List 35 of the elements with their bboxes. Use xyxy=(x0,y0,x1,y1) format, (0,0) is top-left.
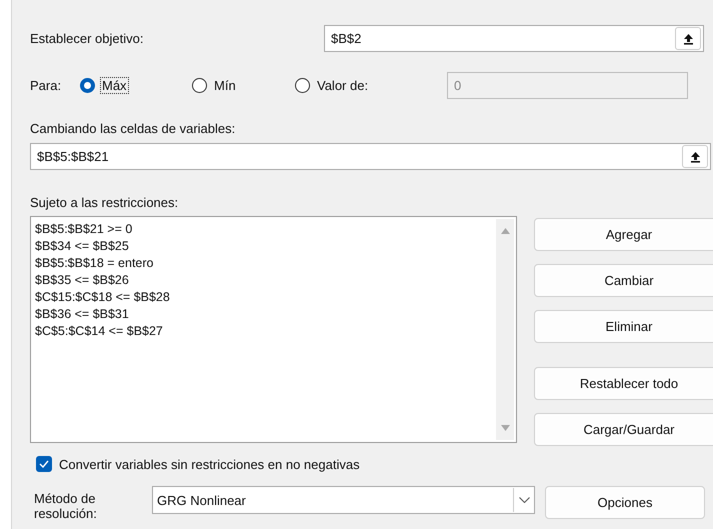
collapse-button[interactable] xyxy=(675,27,701,50)
nonnegative-checkbox[interactable]: Convertir variables sin restricciones en no negativas xyxy=(36,456,713,472)
method-dropdown[interactable]: GRG Nonlinear xyxy=(152,486,535,514)
constraint-item[interactable]: $C$15:$C$18 <= $B$28 xyxy=(35,289,170,306)
goal-radio[interactable]: Valor de: xyxy=(295,77,447,94)
variables-field[interactable]: $B$5:$B$21 xyxy=(30,143,711,170)
upload-arrow-icon xyxy=(682,32,694,44)
scrollbar[interactable] xyxy=(496,219,514,440)
method-label: Método de resolución: xyxy=(34,491,98,521)
constraints-list[interactable]: $B$5:$B$21 >= 0 $B$34 <= $B$25 $B$5:$B$18 = entero $B$35 <= $B$26 $C$15:$C$18 <= $B$28 $B$36 <= $B$31 $C$5:$C$14 <= $B$27 xyxy=(30,216,517,443)
goal-radio[interactable]: Mín xyxy=(192,77,295,94)
constraint-item[interactable]: $B$34 <= $B$25 xyxy=(35,238,170,255)
scroll-down-icon[interactable] xyxy=(500,425,510,431)
objective-field[interactable]: $B$2 xyxy=(324,25,704,52)
constraint-item[interactable]: $B$5:$B$18 = entero xyxy=(35,255,170,272)
goal-radio[interactable]: Máx xyxy=(80,77,192,94)
chevron-down-icon xyxy=(518,497,530,503)
scroll-up-icon[interactable] xyxy=(500,228,510,234)
options-button[interactable]: Opciones xyxy=(545,486,705,519)
collapse-button[interactable] xyxy=(682,145,708,168)
upload-arrow-icon xyxy=(690,150,700,162)
dialog-button[interactable]: Cambiar xyxy=(534,264,713,297)
dialog-button[interactable]: Eliminar xyxy=(534,310,713,343)
constraint-item[interactable]: $C$5:$C$14 <= $B$27 xyxy=(35,323,170,340)
constraints-label: Sujeto a las restricciones: xyxy=(30,195,180,210)
checkmark-icon xyxy=(39,460,49,468)
constraint-item[interactable]: $B$5:$B$21 >= 0 xyxy=(35,221,170,238)
objective-label: Establecer objetivo: xyxy=(30,31,144,46)
dialog-button[interactable]: Restablecer todo xyxy=(534,367,713,400)
dialog-button[interactable]: Cargar/Guardar xyxy=(534,413,713,446)
constraint-item[interactable]: $B$36 <= $B$31 xyxy=(35,306,170,323)
variables-label: Cambiando las celdas de variables: xyxy=(30,121,236,136)
constraint-item[interactable]: $B$35 <= $B$26 xyxy=(35,272,170,289)
goal-label: Para: xyxy=(30,78,62,93)
dialog-button[interactable]: Agregar xyxy=(534,218,713,251)
